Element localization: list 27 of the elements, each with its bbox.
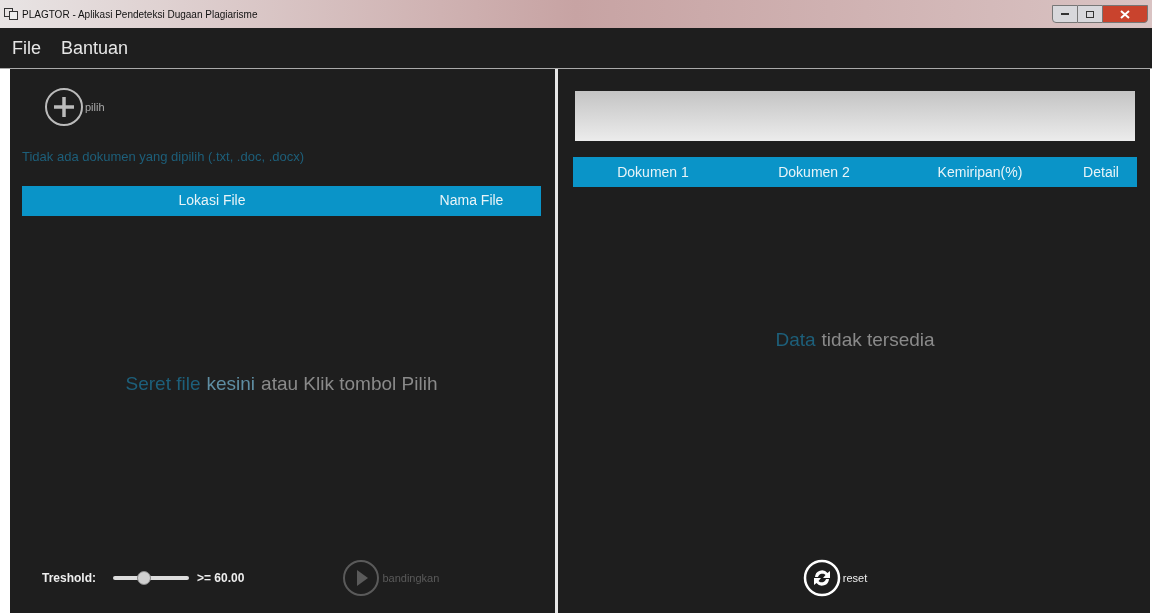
app-icon: [4, 8, 18, 20]
minimize-icon: [1061, 13, 1069, 15]
refresh-icon: [802, 559, 841, 597]
minimize-button[interactable]: [1052, 5, 1078, 23]
column-header[interactable]: Nama File: [402, 190, 541, 211]
menu-item[interactable]: File: [12, 34, 41, 62]
threshold-slider[interactable]: [111, 571, 191, 585]
window-title: PLAGTOR - Aplikasi Pendeteksi Dugaan Plagiarisme: [22, 7, 258, 22]
close-button[interactable]: [1102, 5, 1148, 23]
drop-hint: Seret file kesini atau Klik tombol Pilih: [125, 372, 438, 396]
column-header[interactable]: Dokumen 1: [573, 161, 733, 183]
column-header[interactable]: Dokumen 2: [733, 161, 895, 183]
maximize-button[interactable]: [1078, 5, 1102, 23]
plus-icon: [44, 87, 84, 127]
reset-button[interactable]: reset: [802, 559, 868, 597]
play-icon: [342, 559, 381, 597]
maximize-icon: [1086, 10, 1094, 18]
threshold-label: Treshold:: [42, 570, 96, 587]
menu-item[interactable]: Bantuan: [61, 34, 129, 62]
threshold-value: >= 60.00: [197, 570, 245, 587]
status-text: Tidak ada dokumen yang dipilih (.txt, .doc, .docx): [22, 148, 306, 166]
empty-message: Data tidak tersedia: [775, 327, 935, 352]
close-icon: [1120, 9, 1130, 19]
column-header[interactable]: Lokasi File: [22, 190, 402, 211]
pick-button[interactable]: pilih: [44, 87, 105, 127]
column-header[interactable]: Detail: [1065, 161, 1137, 183]
column-header[interactable]: Kemiripan(%): [895, 161, 1065, 183]
